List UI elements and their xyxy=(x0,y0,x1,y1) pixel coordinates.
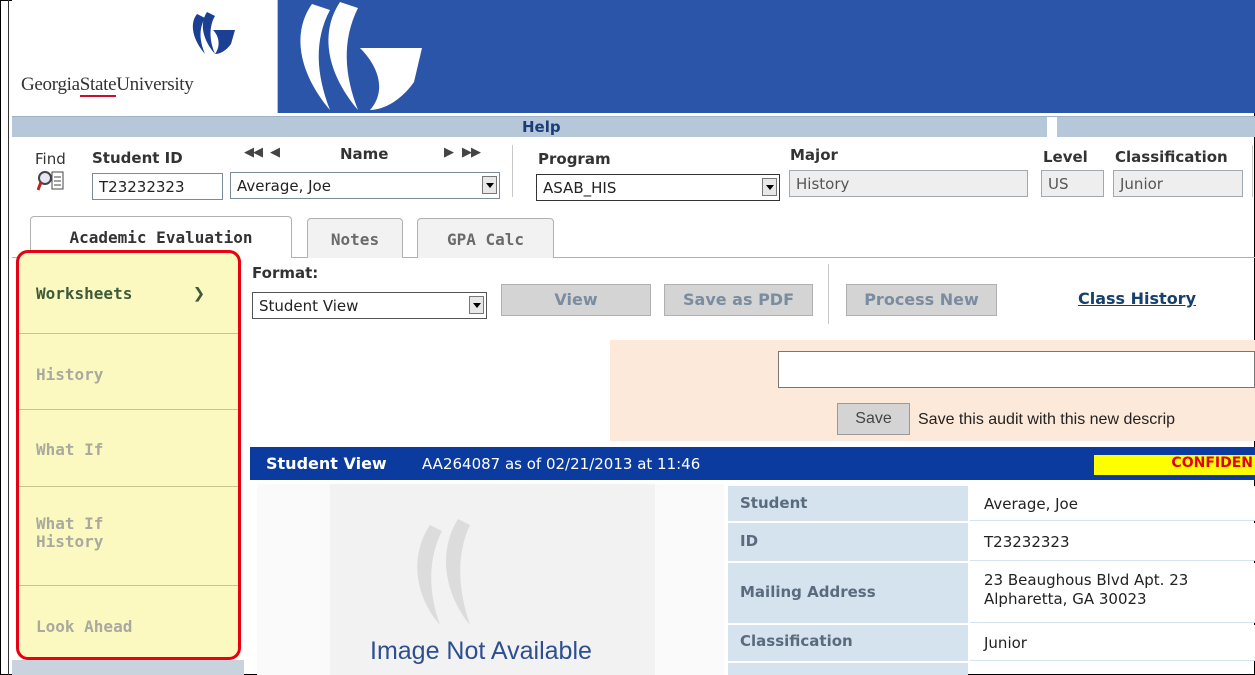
table-row-value-mailing-address: 23 Beaughous Blvd Apt. 23 Alpharetta, GA… xyxy=(970,563,1255,623)
table-row-label-id: ID xyxy=(728,523,968,561)
chevron-down-icon[interactable] xyxy=(762,178,777,196)
separator xyxy=(512,145,513,197)
image-not-available-text: Image Not Available xyxy=(370,637,592,665)
previous-record-icon[interactable]: ◀ xyxy=(270,145,280,160)
save-as-pdf-button[interactable]: Save as PDF xyxy=(664,284,813,316)
gsu-watermark-icon xyxy=(417,519,470,625)
major-field: History xyxy=(789,170,1028,197)
gsu-large-flame-icon xyxy=(300,2,422,110)
name-label: Name xyxy=(340,145,389,163)
help-bar: Help xyxy=(12,116,1255,137)
table-row-label-mailing-address: Mailing Address xyxy=(728,563,968,623)
separator xyxy=(1252,145,1253,197)
process-new-button[interactable]: Process New xyxy=(846,284,997,316)
separator xyxy=(828,264,829,324)
chevron-down-icon[interactable] xyxy=(482,176,497,194)
program-select[interactable]: ASAB_HIS xyxy=(536,174,780,201)
table-row-value-id: T23232323 xyxy=(970,523,1255,561)
table-row-value-classification: Junior xyxy=(970,625,1255,661)
first-record-icon[interactable]: ◀◀ xyxy=(244,145,263,160)
find-search-icon[interactable] xyxy=(37,170,65,192)
save-description-text: Save this audit with this new descrip xyxy=(918,411,1176,428)
save-button[interactable]: Save xyxy=(837,403,910,435)
format-select[interactable]: Student View xyxy=(252,292,487,319)
level-label: Level xyxy=(1043,148,1088,166)
gsu-flame-icon xyxy=(192,12,235,54)
table-row-label-student: Student xyxy=(728,486,968,521)
left-border xyxy=(8,0,9,675)
help-bar-divider xyxy=(1047,117,1057,137)
university-logo-text: GeorgiaStateUniversity xyxy=(21,74,194,97)
address-line-1: 23 Beaughous Blvd Apt. 23 xyxy=(984,571,1189,589)
next-record-icon[interactable]: ▶ xyxy=(444,145,454,160)
sidebar-highlight-outline xyxy=(16,250,241,660)
name-select[interactable]: Average, Joe xyxy=(230,172,500,199)
find-label: Find xyxy=(35,150,66,168)
tab-gpa-calc[interactable]: GPA Calc xyxy=(417,218,554,258)
table-row-value-student: Average, Joe xyxy=(970,486,1255,521)
last-record-icon[interactable]: ▶▶ xyxy=(462,145,481,160)
audit-description-input[interactable] xyxy=(778,351,1255,388)
major-label: Major xyxy=(790,146,838,164)
audit-info: AA264087 as of 02/21/2013 at 11:46 xyxy=(422,455,701,473)
table-row-label-classification: Classification xyxy=(728,625,968,661)
student-id-field[interactable]: T23232323 xyxy=(92,173,223,200)
tab-notes[interactable]: Notes xyxy=(307,218,403,258)
address-line-2: Alpharetta, GA 30023 xyxy=(984,590,1147,608)
classification-label: Classification xyxy=(1115,148,1228,166)
student-view-title: Student View xyxy=(266,454,387,473)
classification-field: Junior xyxy=(1113,170,1243,197)
name-select-value: Average, Joe xyxy=(237,177,331,195)
format-label: Format: xyxy=(252,264,319,282)
class-history-link[interactable]: Class History xyxy=(1078,289,1196,308)
help-link[interactable]: Help xyxy=(522,118,561,136)
program-select-value: ASAB_HIS xyxy=(543,179,617,197)
student-id-label: Student ID xyxy=(92,149,183,167)
view-button[interactable]: View xyxy=(501,284,651,316)
table-row-label xyxy=(728,663,968,675)
format-select-value: Student View xyxy=(259,297,359,315)
level-field: US xyxy=(1041,170,1104,197)
chevron-down-icon[interactable] xyxy=(469,296,484,314)
program-label: Program xyxy=(538,150,611,168)
logo-panel xyxy=(12,0,278,113)
confidential-badge: CONFIDEN xyxy=(1094,455,1255,475)
sidebar-footer xyxy=(12,660,244,675)
